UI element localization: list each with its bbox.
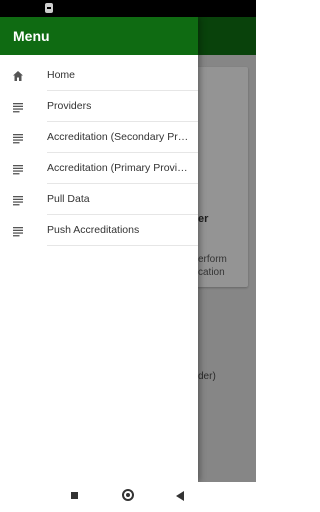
sim-card-icon	[45, 3, 53, 13]
menu-item-accreditation-secondary[interactable]: Accreditation (Secondary Pr…	[0, 122, 198, 153]
menu-item-accreditation-primary[interactable]: Accreditation (Primary Provi…	[0, 153, 198, 184]
home-button-icon[interactable]	[122, 489, 134, 501]
menu-item-pull-data[interactable]: Pull Data	[0, 184, 198, 215]
list-icon	[13, 134, 23, 144]
menu-item-label: Pull Data	[47, 193, 90, 205]
system-navigation-bar	[0, 482, 256, 512]
drawer-header: Menu	[0, 17, 198, 55]
menu-item-label: Home	[47, 69, 76, 81]
list-icon	[13, 103, 23, 113]
drawer-title: Menu	[13, 28, 50, 44]
home-icon	[13, 71, 23, 81]
list-icon	[13, 165, 23, 175]
status-bar	[0, 0, 256, 17]
menu-item-providers[interactable]: Providers	[0, 91, 198, 122]
menu-item-label: Accreditation (Secondary Pr…	[47, 131, 189, 143]
drawer-menu: Home Providers Accreditation (Secondary …	[0, 60, 198, 246]
list-icon	[13, 227, 23, 237]
navigation-drawer: Menu Home Providers Accreditation (Secon…	[0, 17, 198, 482]
menu-item-home[interactable]: Home	[0, 60, 198, 91]
menu-item-label: Accreditation (Primary Provi…	[47, 162, 188, 174]
menu-item-label: Providers	[47, 100, 92, 112]
menu-item-push-accreditations[interactable]: Push Accreditations	[0, 215, 198, 246]
menu-divider	[47, 245, 198, 246]
back-icon[interactable]	[176, 491, 184, 501]
menu-item-label: Push Accreditations	[47, 224, 140, 236]
recent-apps-icon[interactable]	[71, 492, 78, 499]
list-icon	[13, 196, 23, 206]
